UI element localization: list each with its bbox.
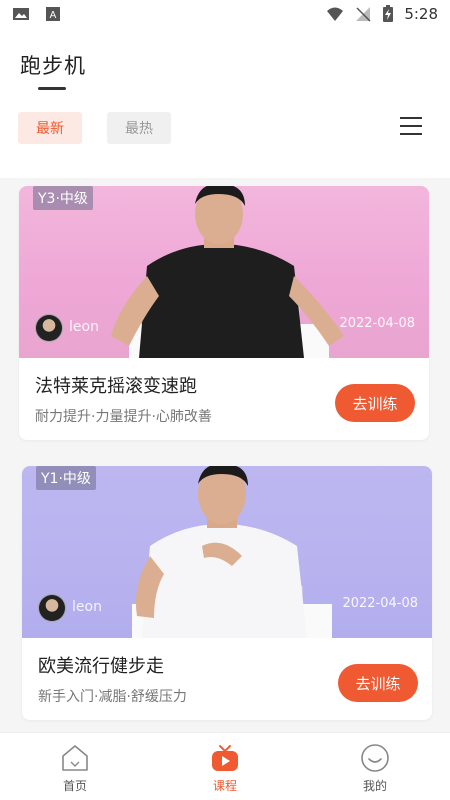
level-badge: Y3·中级 — [33, 186, 93, 210]
nav-label: 我的 — [362, 779, 387, 793]
menu-icon[interactable] — [399, 115, 423, 137]
start-training-button[interactable]: 去训练 — [335, 384, 415, 422]
home-icon — [62, 745, 88, 771]
instructor-image — [132, 466, 332, 638]
svg-text:A: A — [50, 10, 57, 21]
avatar — [35, 314, 63, 342]
tab-hottest[interactable]: 最热 — [107, 112, 171, 144]
status-time: 5:28 — [404, 5, 438, 23]
wifi-icon — [327, 7, 344, 21]
image-icon — [13, 8, 29, 20]
title-underline — [38, 87, 66, 90]
page-title: 跑步机 — [20, 54, 86, 78]
author-name: leon — [69, 319, 99, 335]
course-card[interactable]: Y1·中级 leon 2022-04-08 欧美流行健步走 新手入门·减脂·舒缓… — [22, 466, 432, 720]
header: 跑步机 最新 最热 — [0, 28, 450, 178]
instructor-image — [111, 186, 344, 358]
course-date: 2022-04-08 — [339, 316, 415, 331]
course-title[interactable]: 欧美流行健步走 — [38, 652, 164, 678]
nav-label: 课程 — [212, 779, 237, 793]
bottom-nav: 首页 课程 我的 — [0, 732, 450, 800]
nav-home[interactable]: 首页 — [0, 733, 150, 800]
course-tags: 新手入门·减脂·舒缓压力 — [38, 689, 187, 705]
no-signal-icon — [356, 7, 371, 22]
author-name: leon — [72, 599, 102, 615]
start-training-button[interactable]: 去训练 — [338, 664, 418, 702]
font-icon: A — [46, 7, 60, 21]
course-card[interactable]: Y3·中级 leon 2022-04-08 法特莱克摇滚变速跑 耐力提升·力量提… — [19, 186, 429, 440]
nav-label: 首页 — [62, 779, 87, 793]
tab-newest[interactable]: 最新 — [18, 112, 82, 144]
level-badge: Y1·中级 — [36, 466, 96, 490]
course-banner[interactable]: Y1·中级 leon 2022-04-08 — [22, 466, 432, 638]
course-banner[interactable]: Y3·中级 leon 2022-04-08 — [19, 186, 429, 358]
nav-courses[interactable]: 课程 — [150, 733, 300, 800]
course-tags: 耐力提升·力量提升·心肺改善 — [35, 409, 212, 425]
course-title[interactable]: 法特莱克摇滚变速跑 — [35, 372, 197, 398]
profile-smile-icon — [361, 744, 389, 772]
status-bar: A 5:28 — [0, 0, 450, 28]
course-list[interactable]: Y3·中级 leon 2022-04-08 法特莱克摇滚变速跑 耐力提升·力量提… — [0, 178, 450, 732]
course-tv-icon — [212, 745, 238, 771]
nav-profile[interactable]: 我的 — [300, 733, 450, 800]
avatar — [38, 594, 66, 622]
battery-charging-icon — [383, 5, 394, 22]
course-date: 2022-04-08 — [342, 596, 418, 611]
